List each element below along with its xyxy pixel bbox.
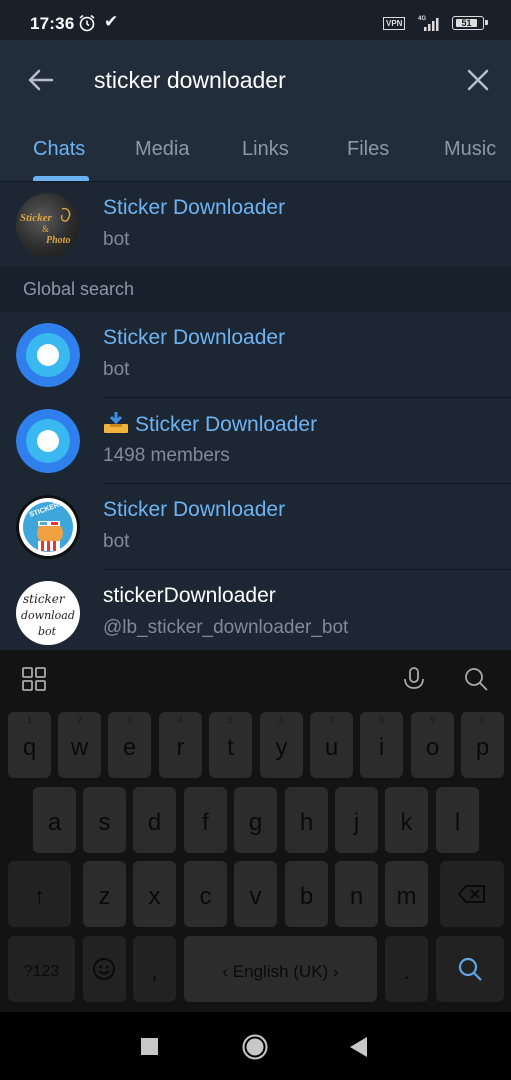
result-title: Sticker Downloader: [103, 498, 286, 521]
svg-text:download: download: [21, 609, 75, 622]
shift-key[interactable]: ↑: [8, 861, 71, 927]
key-x[interactable]: x: [133, 861, 176, 927]
recents-square-icon[interactable]: [141, 1038, 158, 1055]
tab-files[interactable]: Files: [347, 138, 389, 161]
search-icon: [458, 957, 482, 981]
result-subtitle: 1498 members: [103, 445, 230, 466]
comma-key[interactable]: ,: [133, 936, 176, 1002]
blue-ring-avatar: [16, 323, 80, 387]
search-tabs: Chats Media Links Files Music: [0, 128, 511, 182]
search-icon[interactable]: [463, 666, 489, 692]
handwritten-sticker-download-bot-avatar: sticker download bot: [16, 581, 80, 645]
tab-media[interactable]: Media: [135, 138, 189, 161]
key-u[interactable]: 7u: [310, 712, 353, 778]
key-t[interactable]: 5t: [209, 712, 252, 778]
tab-chats[interactable]: Chats: [33, 138, 85, 161]
stickers-cat-avatar: STICKERS: [16, 495, 80, 559]
battery-icon: 51: [452, 16, 488, 30]
signal-icon: 4G: [418, 16, 439, 31]
home-circle-icon[interactable]: [242, 1034, 268, 1060]
keyboard-toolbar: [0, 650, 511, 708]
key-h[interactable]: h: [285, 787, 328, 853]
key-f[interactable]: f: [184, 787, 227, 853]
check-icon: ✔: [104, 12, 119, 31]
section-title: Global search: [23, 279, 135, 299]
svg-text:4G: 4G: [418, 16, 426, 22]
result-title: Sticker Downloader: [135, 413, 318, 436]
key-n[interactable]: n: [335, 861, 378, 927]
period-key[interactable]: !?.: [385, 936, 428, 1002]
key-d[interactable]: d: [133, 787, 176, 853]
key-j[interactable]: j: [335, 787, 378, 853]
result-title: Sticker Downloader: [103, 326, 286, 349]
key-q[interactable]: 1q: [8, 712, 51, 778]
key-s[interactable]: s: [83, 787, 126, 853]
key-v[interactable]: v: [234, 861, 277, 927]
vpn-badge: VPN: [383, 17, 406, 30]
symbols-key[interactable]: ?123: [8, 936, 75, 1002]
key-g[interactable]: g: [234, 787, 277, 853]
result-title-row: Sticker Downloader: [103, 412, 317, 437]
backspace-key[interactable]: [440, 861, 504, 927]
global-result-item[interactable]: sticker download bot stickerDownloader @…: [0, 570, 511, 656]
result-title: stickerDownloader: [103, 584, 276, 607]
arrow-left-icon[interactable]: [22, 62, 58, 98]
key-e[interactable]: 3e: [108, 712, 151, 778]
global-result-item[interactable]: Sticker Downloader 1498 members: [0, 398, 511, 484]
result-subtitle: bot: [103, 359, 130, 380]
key-i[interactable]: 8i: [360, 712, 403, 778]
key-z[interactable]: z: [83, 861, 126, 927]
search-header: Chats Media Links Files Music: [0, 40, 511, 182]
microphone-icon[interactable]: [401, 666, 427, 692]
key-a[interactable]: a: [33, 787, 76, 853]
apps-grid-icon[interactable]: [21, 666, 47, 692]
result-subtitle: bot: [103, 229, 130, 250]
key-o[interactable]: 9o: [411, 712, 454, 778]
status-bar: 17:36 ✔ VPN 4G 51: [0, 0, 511, 40]
alarm-icon: [79, 14, 95, 32]
key-y[interactable]: 6y: [260, 712, 303, 778]
soft-keyboard: 1q 2w 3e 4r 5t 6y 7u 8i 9o 0p a s d f g …: [0, 650, 511, 1012]
close-icon[interactable]: [460, 62, 496, 98]
emoji-key[interactable]: [83, 936, 126, 1002]
key-p[interactable]: 0p: [461, 712, 504, 778]
chat-result-item[interactable]: Sticker & Photo Sticker Downloader bot: [0, 182, 511, 268]
key-b[interactable]: b: [285, 861, 328, 927]
svg-text:Photo: Photo: [46, 235, 70, 246]
svg-text:bot: bot: [38, 625, 57, 638]
battery-level: 51: [456, 18, 477, 27]
global-result-item[interactable]: STICKERS Sticker Downloader bot: [0, 484, 511, 570]
result-title: Sticker Downloader: [103, 196, 286, 219]
back-triangle-icon[interactable]: [350, 1037, 368, 1057]
global-result-item[interactable]: Sticker Downloader bot: [0, 312, 511, 398]
result-subtitle: bot: [103, 531, 130, 552]
search-input[interactable]: [94, 62, 434, 98]
key-l[interactable]: l: [436, 787, 479, 853]
blue-ring-avatar: [16, 409, 80, 473]
system-nav-bar: [0, 1012, 511, 1080]
result-subtitle: @lb_sticker_downloader_bot: [103, 617, 349, 638]
search-action-key[interactable]: [436, 936, 504, 1002]
inbox-tray-icon: [104, 412, 128, 433]
tab-music[interactable]: Music: [444, 138, 496, 161]
key-c[interactable]: c: [184, 861, 227, 927]
sticker-and-photo-avatar: Sticker & Photo: [16, 193, 80, 257]
status-time: 17:36: [30, 14, 75, 33]
key-w[interactable]: 2w: [58, 712, 101, 778]
svg-text:&: &: [42, 224, 49, 234]
key-k[interactable]: k: [385, 787, 428, 853]
tab-links[interactable]: Links: [242, 138, 289, 161]
space-key[interactable]: ‹ English (UK) ›: [184, 936, 377, 1002]
svg-text:Sticker: Sticker: [20, 212, 52, 224]
key-r[interactable]: 4r: [159, 712, 202, 778]
smiley-icon: [93, 958, 115, 980]
svg-text:sticker: sticker: [23, 592, 66, 606]
global-search-header: Global search: [0, 267, 511, 312]
key-m[interactable]: m: [385, 861, 428, 927]
backspace-icon: [458, 885, 485, 903]
